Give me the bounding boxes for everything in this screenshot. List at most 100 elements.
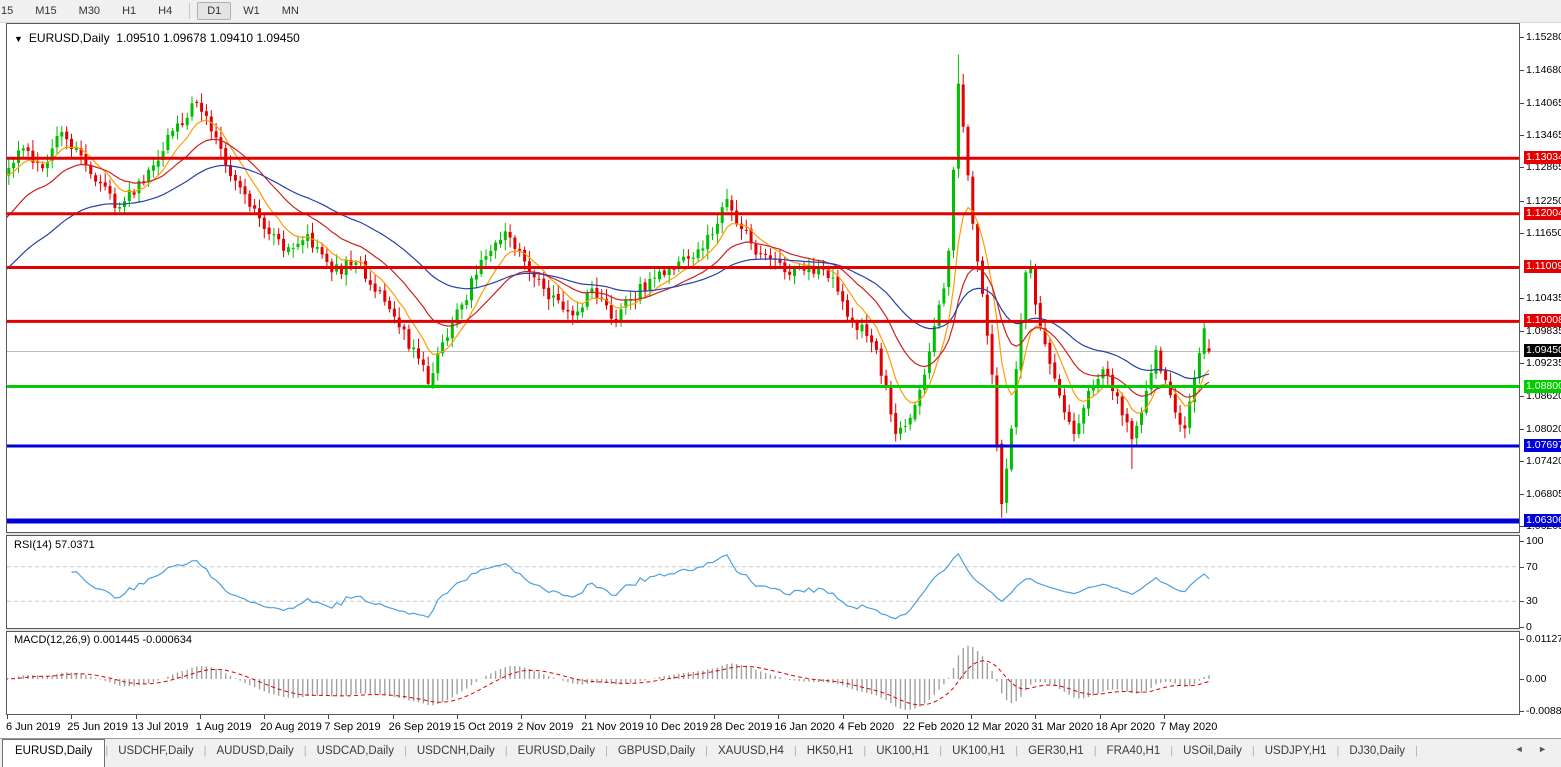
axis-tick [1520,135,1524,136]
candles [7,55,1211,518]
rsi-axis-label: 100 [1526,535,1544,547]
chart-tab-usoil-daily[interactable]: USOil,Daily [1173,739,1252,767]
chart-tab-usdjpy-h1[interactable]: USDJPY,H1 [1255,739,1337,767]
rsi-value: 57.0371 [55,539,95,551]
price-tick-label: 1.12250 [1526,195,1561,207]
date-label: 15 Oct 2019 [453,721,513,733]
date-label: 7 Sep 2019 [324,721,380,733]
chart-tab-fra40-h1[interactable]: FRA40,H1 [1097,739,1171,767]
chart-tab-gbpusd-daily[interactable]: GBPUSD,Daily [608,739,705,767]
macd-histogram [7,646,1209,710]
timeframe-button-mn[interactable]: MN [272,2,309,20]
axis-tick [1520,429,1524,430]
rsi-axis-label: 30 [1526,595,1538,607]
rsi-axis-label: 70 [1526,561,1538,573]
macd-label: MACD(12,26,9) 0.001445 -0.000634 [14,634,192,646]
level-price-badge: 1.06306 [1524,514,1561,527]
chart-tab-xauusd-h4[interactable]: XAUUSD,H4 [708,739,794,767]
date-label: 20 Aug 2019 [260,721,322,733]
price-chart-canvas[interactable] [7,24,1519,532]
date-label: 4 Feb 2020 [839,721,895,733]
chart-tab-eurusd-daily[interactable]: EURUSD,Daily [2,739,105,767]
date-label: 7 May 2020 [1160,721,1217,733]
macd-signal-line [7,661,1209,705]
chart-title: ▼EURUSD,Daily 1.09510 1.09678 1.09410 1.… [14,31,300,45]
chart-tab-eurusd-daily[interactable]: EURUSD,Daily [508,739,605,767]
chart-dropdown-icon[interactable]: ▼ [14,34,23,44]
current-price-badge: 1.09450 [1524,344,1561,357]
date-axis[interactable]: 6 Jun 201925 Jun 201913 Jul 20191 Aug 20… [6,715,1520,738]
date-tick [843,715,844,719]
axis-tick [1520,201,1524,202]
date-label: 10 Dec 2019 [646,721,708,733]
timeframe-button-h1[interactable]: H1 [112,2,146,20]
chart-tab-ger30-h1[interactable]: GER30,H1 [1018,739,1094,767]
axis-tick [1520,167,1524,168]
price-tick-label: 1.09235 [1526,357,1561,369]
axis-tick [1520,70,1524,71]
macd-canvas[interactable] [7,632,1519,714]
rsi-axis-label: 0 [1526,621,1532,633]
axis-tick [1520,103,1524,104]
axis-tick [1520,396,1524,397]
chart-tab-hk50-h1[interactable]: HK50,H1 [797,739,864,767]
price-tick-label: 1.15280 [1526,31,1561,43]
date-tick [1164,715,1165,719]
date-tick [585,715,586,719]
macd-axis-label: 0.011277 [1526,633,1561,645]
date-tick [457,715,458,719]
axis-tick [1520,37,1524,38]
chart-tab-usdchf-daily[interactable]: USDCHF,Daily [108,739,203,767]
chart-tab-uk100-h1[interactable]: UK100,H1 [942,739,1015,767]
level-price-badge: 1.08800 [1524,380,1561,393]
date-label: 13 Jul 2019 [132,721,189,733]
date-label: 12 Mar 2020 [967,721,1029,733]
macd-axis-label: 0.00 [1526,673,1546,685]
axis-tick [1520,298,1524,299]
date-tick [714,715,715,719]
rsi-label: RSI(14) 57.0371 [14,539,95,551]
level-price-badge: 1.12004 [1524,207,1561,220]
timeframe-button-h4[interactable]: H4 [148,2,182,20]
price-axis[interactable]: 1.152801.146801.140651.134651.128651.122… [1520,23,1561,738]
axis-tick [1520,601,1524,602]
timeframe-button-m15[interactable]: M15 [25,2,66,20]
date-tick [1100,715,1101,719]
timeframe-button-15[interactable]: 15 [0,2,23,20]
tab-separator: | [1415,739,1418,767]
axis-tick [1520,331,1524,332]
date-tick [778,715,779,719]
rsi-panel [6,535,1520,629]
timeframe-button-d1[interactable]: D1 [197,2,231,20]
axis-tick [1520,541,1524,542]
axis-tick [1520,679,1524,680]
price-tick-label: 1.06805 [1526,488,1561,500]
chart-tab-usdcnh-daily[interactable]: USDCNH,Daily [407,739,505,767]
date-label: 22 Feb 2020 [903,721,965,733]
date-tick [971,715,972,719]
date-tick [264,715,265,719]
level-price-badge: 1.13034 [1524,151,1561,164]
tab-scroll-arrows[interactable]: ◄ ► [1515,744,1553,754]
chart-tab-uk100-h1[interactable]: UK100,H1 [866,739,939,767]
macd-axis-label: -0.008845 [1526,705,1561,717]
date-tick [7,715,8,719]
main-chart-panel [6,23,1520,533]
chart-tab-dj30-daily[interactable]: DJ30,Daily [1339,739,1415,767]
date-label: 1 Aug 2019 [196,721,252,733]
chart-ohlc-quotes: 1.09510 1.09678 1.09410 1.09450 [116,31,300,45]
axis-tick [1520,461,1524,462]
price-tick-label: 1.11650 [1526,227,1561,239]
date-label: 31 Mar 2020 [1031,721,1093,733]
mt4-window: 15M15M30H1H4D1W1MN ▼EURUSD,Daily 1.09510… [0,0,1561,767]
date-tick [200,715,201,719]
chart-tab-usdcad-daily[interactable]: USDCAD,Daily [307,739,404,767]
axis-tick [1520,233,1524,234]
date-tick [328,715,329,719]
rsi-canvas[interactable] [7,536,1519,628]
timeframe-button-w1[interactable]: W1 [233,2,270,20]
date-label: 21 Nov 2019 [581,721,643,733]
timeframe-button-m30[interactable]: M30 [69,2,110,20]
axis-tick [1520,639,1524,640]
chart-tab-audusd-daily[interactable]: AUDUSD,Daily [206,739,303,767]
